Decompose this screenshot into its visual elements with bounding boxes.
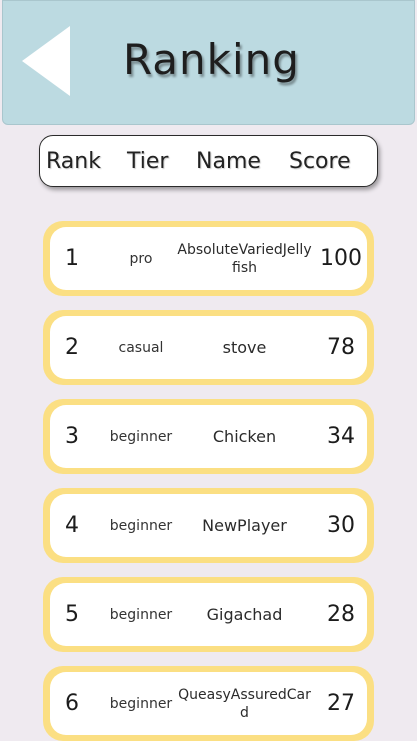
ranking-row: 2 casual stove 78 [43, 310, 374, 385]
ranking-row-card: 1 pro AbsoluteVariedJellyfish 100 [50, 227, 367, 290]
rank-value: 3 [65, 424, 79, 449]
player-name: NewPlayer [202, 515, 287, 535]
ranking-row: 4 beginner NewPlayer 30 [43, 488, 374, 563]
ranking-row-card: 5 beginner Gigachad 28 [50, 583, 367, 646]
header-bar: Ranking [2, 0, 415, 125]
ranking-row-card: 2 casual stove 78 [50, 316, 367, 379]
score-value: 27 [327, 691, 355, 716]
player-name: Chicken [212, 426, 277, 446]
rank-value: 6 [65, 691, 79, 716]
ranking-row-card: 6 beginner QueasyAssuredCard 27 [50, 672, 367, 735]
column-name: Name [196, 148, 261, 174]
rank-value: 4 [65, 513, 79, 538]
back-arrow-icon [22, 26, 70, 96]
tier-value: beginner [109, 428, 173, 445]
page-title: Ranking [123, 35, 300, 84]
rank-value: 5 [65, 602, 79, 627]
tier-value: beginner [109, 606, 173, 623]
ranking-row: 5 beginner Gigachad 28 [43, 577, 374, 652]
score-value: 28 [327, 602, 355, 627]
score-value: 30 [327, 513, 355, 538]
column-rank: Rank [46, 148, 101, 174]
back-button[interactable] [20, 26, 72, 96]
ranking-row: 3 beginner Chicken 34 [43, 399, 374, 474]
tier-value: beginner [109, 517, 173, 534]
player-name: stove [222, 337, 267, 357]
column-header: Rank Tier Name Score [39, 135, 378, 187]
score-value: 100 [320, 246, 362, 271]
score-value: 34 [327, 424, 355, 449]
tier-value: pro [129, 250, 153, 267]
rank-value: 1 [65, 246, 79, 271]
tier-value: beginner [109, 695, 173, 712]
ranking-row: 1 pro AbsoluteVariedJellyfish 100 [43, 221, 374, 296]
player-name: Gigachad [206, 604, 283, 624]
rank-value: 2 [65, 335, 79, 360]
column-tier: Tier [127, 148, 169, 174]
ranking-row-card: 4 beginner NewPlayer 30 [50, 494, 367, 557]
score-value: 78 [327, 335, 355, 360]
ranking-row: 6 beginner QueasyAssuredCard 27 [43, 666, 374, 741]
column-score: Score [289, 148, 351, 174]
player-name: QueasyAssuredCard [178, 686, 311, 721]
tier-value: casual [118, 339, 164, 356]
player-name: AbsoluteVariedJellyfish [177, 241, 312, 276]
ranking-row-card: 3 beginner Chicken 34 [50, 405, 367, 468]
